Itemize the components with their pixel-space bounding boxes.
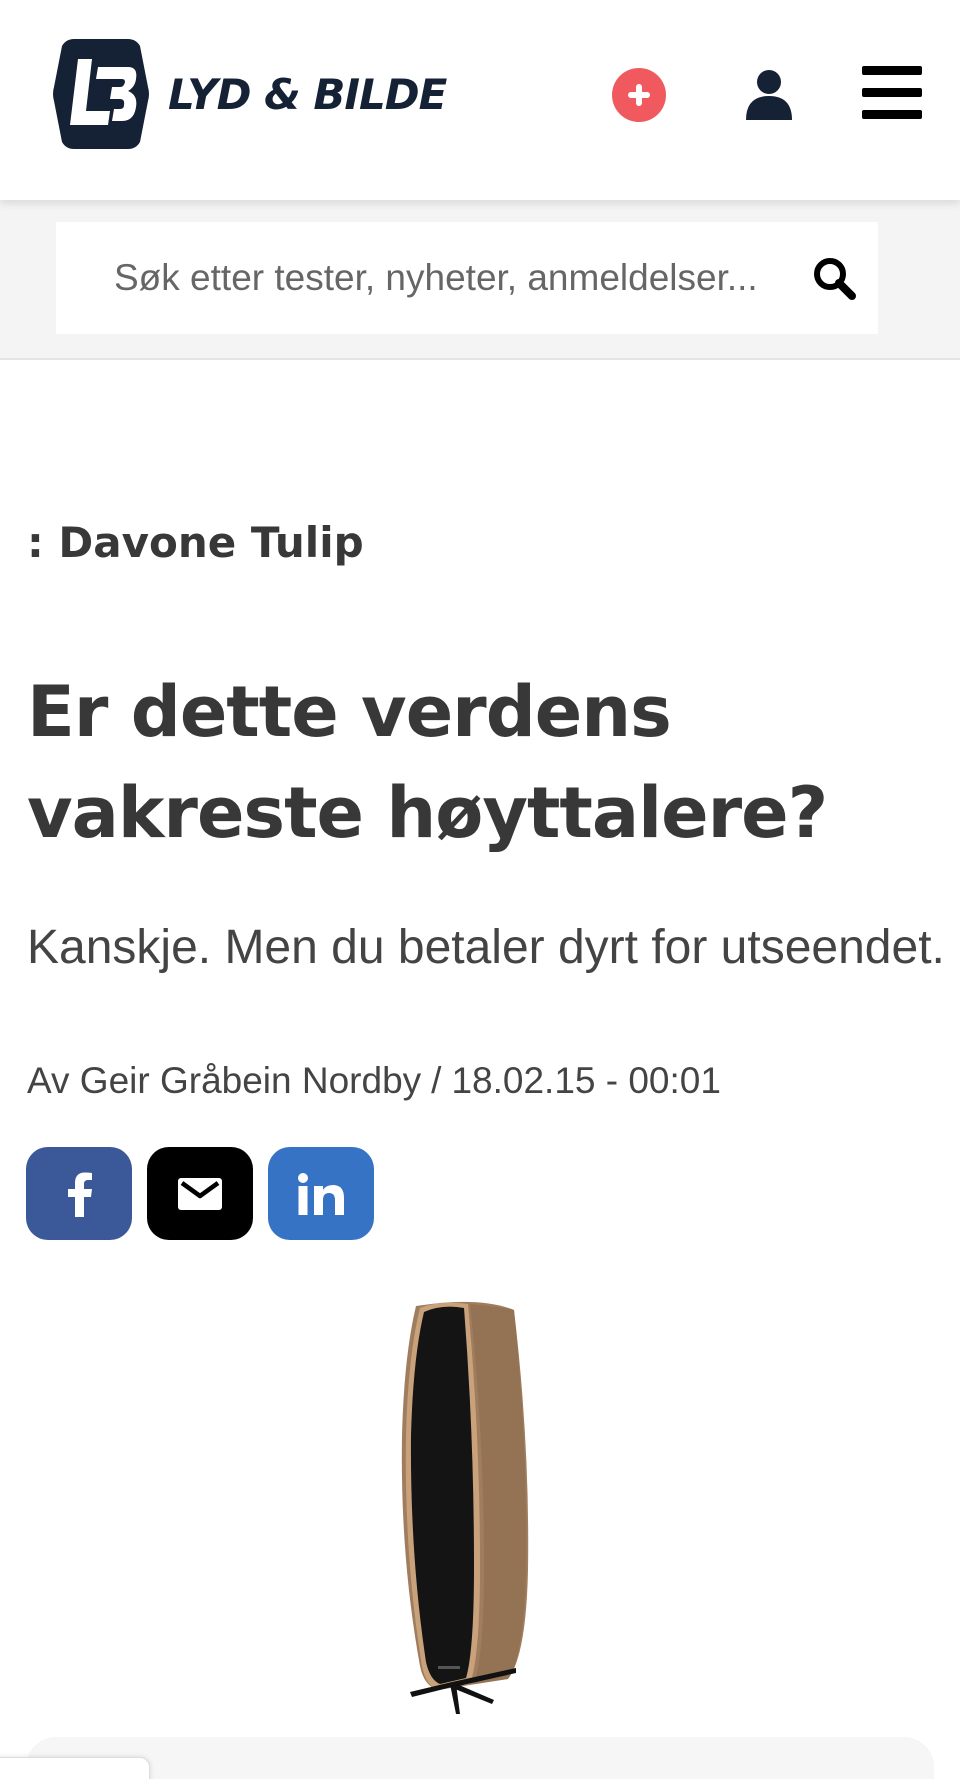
plus-circle-icon[interactable] [612,68,666,122]
article-title: Er dette verdens vakreste høyttalere? [27,671,828,854]
hamburger-menu-icon[interactable] [862,66,922,120]
article-byline: Av Geir Gråbein Nordby/18.02.15 - 00:01 [27,1060,721,1102]
logo-text: LYD & BILDE [168,69,447,119]
search-box [56,222,878,334]
facebook-share-button[interactable] [26,1147,132,1240]
byline-date: 18.02.15 - 00:01 [451,1060,721,1101]
article-kicker: : Davone Tulip [27,518,364,567]
byline-author[interactable]: Geir Gråbein Nordby [80,1060,421,1101]
linkedin-icon [298,1172,344,1215]
site-logo[interactable]: LYD & BILDE [52,36,462,152]
mail-icon [178,1177,222,1210]
search-bar [0,200,960,360]
share-buttons [26,1147,374,1240]
speaker-image [401,1301,529,1714]
user-icon[interactable] [744,68,794,120]
email-share-button[interactable] [147,1147,253,1240]
consent-tab[interactable] [0,1757,150,1779]
facebook-icon [68,1172,92,1217]
logo-mark-icon [53,39,149,149]
site-header: LYD & BILDE [0,0,960,200]
linkedin-share-button[interactable] [268,1147,374,1240]
content-card [26,1737,934,1779]
article-lead: Kanskje. Men du betaler dyrt for utseend… [27,921,945,974]
byline-prefix: Av [27,1060,70,1101]
search-input[interactable] [114,248,834,308]
byline-separator: / [431,1060,442,1101]
search-icon[interactable] [812,256,856,300]
